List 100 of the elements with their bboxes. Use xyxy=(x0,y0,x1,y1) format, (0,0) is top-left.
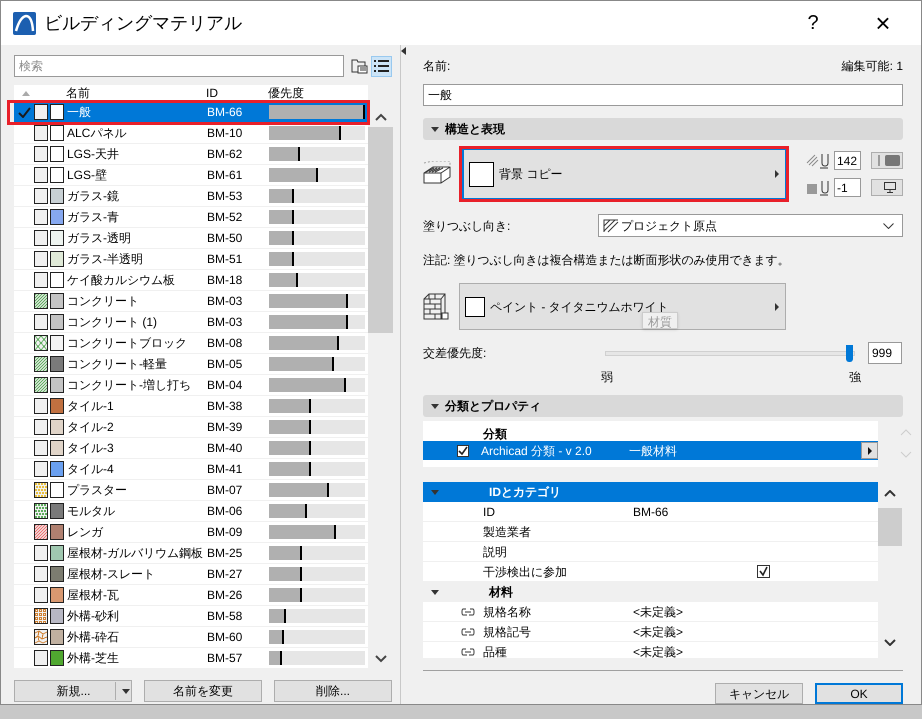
scrollbar-thumb[interactable] xyxy=(878,508,902,546)
property-value: <未定義> xyxy=(633,644,684,658)
material-id: BM-61 xyxy=(207,167,244,184)
fill-pattern-swatch xyxy=(34,314,48,330)
material-row[interactable]: レンガ BM-09 xyxy=(14,522,368,543)
material-row[interactable]: 屋根材-瓦 BM-26 xyxy=(14,585,368,606)
material-id: BM-09 xyxy=(207,524,244,541)
rename-button[interactable]: 名前を変更 xyxy=(144,680,262,702)
submenu-button[interactable] xyxy=(861,442,878,459)
property-name: 説明 xyxy=(483,544,508,560)
material-row[interactable]: コンクリート BM-03 xyxy=(14,291,368,312)
material-id: BM-41 xyxy=(207,461,244,478)
material-row[interactable]: LGS-壁 BM-61 xyxy=(14,165,368,186)
column-header[interactable]: 優先度 xyxy=(268,84,304,102)
material-row[interactable]: 屋根材-ガルバリウム鋼板 BM-25 xyxy=(14,543,368,564)
delete-button[interactable]: 削除... xyxy=(274,680,392,702)
monitor-button[interactable] xyxy=(871,179,903,196)
scroll-down-icon[interactable] xyxy=(375,655,387,663)
dropdown-caret-icon[interactable] xyxy=(122,688,130,694)
collapse-arrow-icon[interactable] xyxy=(401,47,406,55)
material-row[interactable]: 外構-芝生 BM-57 xyxy=(14,648,368,669)
brick-wall-icon xyxy=(423,292,451,320)
material-row[interactable]: ガラス-鏡 BM-53 xyxy=(14,186,368,207)
close-button[interactable]: × xyxy=(868,10,898,36)
slider-thumb[interactable] xyxy=(846,344,854,362)
group-header[interactable]: IDとカテゴリ xyxy=(423,482,878,502)
new-button[interactable]: 新規... xyxy=(14,680,132,702)
search-field[interactable]: 検索 xyxy=(14,55,344,77)
material-name: レンガ xyxy=(67,524,104,541)
material-id: BM-58 xyxy=(207,608,244,625)
submenu-arrow-icon xyxy=(775,170,779,178)
material-row[interactable]: モルタル BM-06 xyxy=(14,501,368,522)
material-name: コンクリート xyxy=(67,293,140,310)
material-name: 一般 xyxy=(67,104,92,121)
material-row[interactable]: ガラス-青 BM-52 xyxy=(14,207,368,228)
surface-button[interactable]: 背景 コピー xyxy=(462,149,786,199)
ok-button[interactable]: OK xyxy=(815,683,903,704)
material-id: BM-51 xyxy=(207,251,244,268)
material-row[interactable]: 外構-砂利 BM-58 xyxy=(14,606,368,627)
material-id: BM-39 xyxy=(207,419,244,436)
material-id: BM-08 xyxy=(207,335,244,352)
pen-color-button[interactable] xyxy=(871,152,903,169)
material-id: BM-26 xyxy=(207,587,244,604)
material-row[interactable]: コンクリートブロック BM-08 xyxy=(14,333,368,354)
material-id: BM-06 xyxy=(207,503,244,520)
material-name: ガラス-青 xyxy=(67,209,120,226)
scrollbar-thumb[interactable] xyxy=(368,127,393,333)
name-label: 名前: xyxy=(423,58,450,74)
cancel-button[interactable]: キャンセル xyxy=(715,683,803,704)
column-header[interactable]: ID xyxy=(206,84,268,102)
material-row[interactable]: 外構-砕石 BM-60 xyxy=(14,627,368,648)
material-row[interactable]: タイル-2 BM-39 xyxy=(14,417,368,438)
priority-field[interactable]: 999 xyxy=(868,342,902,364)
slider-min-label: 弱 xyxy=(601,369,613,382)
fill-pattern-swatch xyxy=(34,398,48,414)
classification-row[interactable]: Archicad 分類 - v 2.0 一般材料 xyxy=(423,441,878,460)
scroll-up-icon[interactable] xyxy=(884,490,896,497)
list-view-button[interactable] xyxy=(371,56,392,76)
column-header[interactable]: 名前 xyxy=(66,84,206,102)
chevron-down-icon xyxy=(883,222,894,228)
material-id: BM-25 xyxy=(207,545,244,562)
material-row[interactable]: コンクリート (1) BM-03 xyxy=(14,312,368,333)
cut-fill-pen-field[interactable]: 142 xyxy=(834,151,861,170)
material-row[interactable]: プラスター BM-07 xyxy=(14,480,368,501)
material-row[interactable]: ガラス-透明 BM-50 xyxy=(14,228,368,249)
property-value: BM-66 xyxy=(633,504,668,520)
orientation-dropdown[interactable]: プロジェクト原点 xyxy=(598,214,903,237)
material-id: BM-50 xyxy=(207,230,244,247)
material-id: BM-07 xyxy=(207,482,244,499)
material-row[interactable]: コンクリート-軽量 BM-05 xyxy=(14,354,368,375)
group-header[interactable]: 材料 xyxy=(423,582,878,602)
material-row[interactable]: ガラス-半透明 BM-51 xyxy=(14,249,368,270)
material-id: BM-66 xyxy=(207,104,244,121)
material-id: BM-53 xyxy=(207,188,244,205)
scroll-up-icon[interactable] xyxy=(375,113,387,121)
material-row[interactable]: 屋根材-スレート BM-27 xyxy=(14,564,368,585)
app-logo-icon xyxy=(13,12,36,34)
material-id: BM-38 xyxy=(207,398,244,415)
folder-list-icon[interactable] xyxy=(350,57,368,75)
material-row[interactable]: タイル-1 BM-38 xyxy=(14,396,368,417)
property-name: ID xyxy=(483,504,496,520)
material-row[interactable]: タイル-3 BM-40 xyxy=(14,438,368,459)
checkbox[interactable] xyxy=(757,565,770,578)
material-id: BM-57 xyxy=(207,650,244,667)
fill-pattern-swatch xyxy=(34,587,48,603)
material-id: BM-40 xyxy=(207,440,244,457)
slider-max-label: 強 xyxy=(849,369,861,382)
material-row[interactable]: コンクリート-増し打ち BM-04 xyxy=(14,375,368,396)
material-name: ガラス-鏡 xyxy=(67,188,120,205)
help-button[interactable]: ? xyxy=(798,8,828,38)
material-row[interactable]: ケイ酸カルシウム板 BM-18 xyxy=(14,270,368,291)
name-field[interactable]: 一般 xyxy=(423,84,903,106)
material-row[interactable]: ALCパネル BM-10 xyxy=(14,123,368,144)
checkbox[interactable] xyxy=(457,444,469,456)
material-row[interactable]: LGS-天井 BM-62 xyxy=(14,144,368,165)
scroll-down-icon[interactable] xyxy=(884,639,896,646)
background-pen-field[interactable]: -1 xyxy=(834,178,861,197)
material-name: タイル-4 xyxy=(67,461,115,478)
material-name: ケイ酸カルシウム板 xyxy=(67,272,176,289)
material-row[interactable]: タイル-4 BM-41 xyxy=(14,459,368,480)
